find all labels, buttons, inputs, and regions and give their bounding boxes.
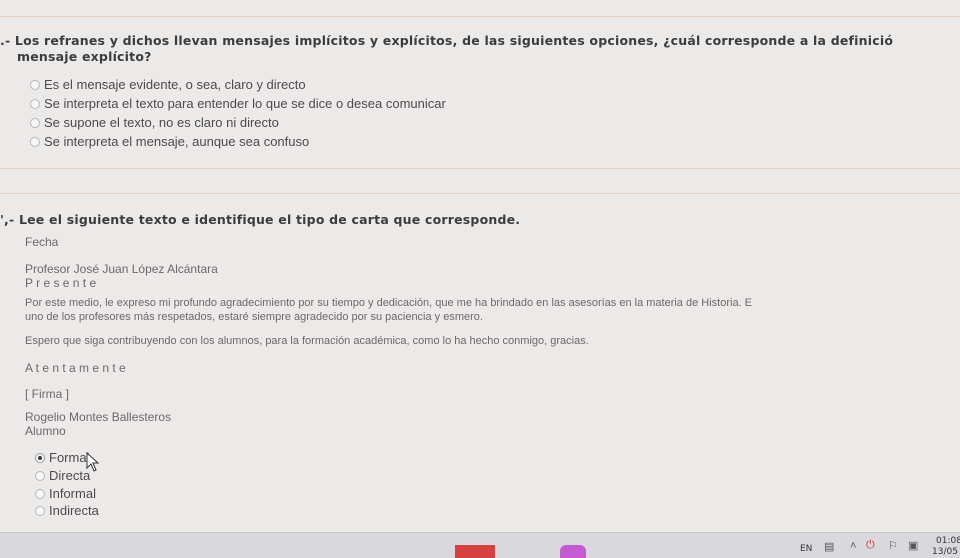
taskbar-app-highlight[interactable] [455, 545, 495, 558]
letter-recipient: Profesor José Juan López Alcántara [25, 262, 218, 276]
question-1-number: .- [0, 33, 11, 48]
letter-sender-name: Rogelio Montes Ballesteros [25, 410, 172, 424]
keyboard-icon[interactable]: ▤ [824, 540, 834, 553]
letter-signature: [ Firma ] [25, 387, 69, 401]
letter-date: Fecha [25, 235, 59, 249]
network-icon[interactable]: ▣ [908, 539, 918, 552]
letter-presente: P r e s e n t e [25, 276, 97, 290]
radio-button[interactable] [30, 98, 40, 109]
q1-option-3[interactable]: Se supone el texto, no es claro ni direc… [30, 115, 279, 130]
option-label: Es el mensaje evidente, o sea, claro y d… [44, 77, 306, 92]
clock-date[interactable]: 13/05 [932, 547, 958, 557]
letter-body-1-line-1: Por este medio, le expreso mi profundo a… [25, 297, 753, 309]
radio-button[interactable] [30, 117, 40, 128]
question-1-text: Los refranes y dichos llevan mensajes im… [14, 33, 894, 48]
option-label: Se interpreta el mensaje, aunque sea con… [44, 134, 310, 149]
question-2-text: Lee el siguiente texto e identifique el … [18, 212, 521, 227]
q1-option-1[interactable]: Es el mensaje evidente, o sea, claro y d… [30, 77, 306, 92]
letter-closing: A t e n t a m e n t e [25, 361, 126, 375]
chevron-up-icon[interactable]: ˄ [850, 540, 856, 552]
question-2-title: ',- Lee el siguiente texto e identifique… [0, 212, 520, 227]
q2-option-informal[interactable]: Informal [35, 486, 96, 501]
q1-option-2[interactable]: Se interpreta el texto para entender lo … [30, 96, 446, 111]
radio-button[interactable] [30, 136, 40, 147]
q1-option-4[interactable]: Se interpreta el mensaje, aunque sea con… [30, 134, 309, 149]
radio-button-selected[interactable] [35, 452, 45, 463]
radio-button[interactable] [35, 488, 45, 499]
cursor-icon [86, 452, 100, 472]
radio-button[interactable] [35, 505, 45, 516]
power-icon[interactable]: ⏻ [866, 539, 875, 552]
option-label: Directa [49, 468, 91, 483]
letter-sender-role: Alumno [25, 424, 66, 438]
option-label: Formal [49, 450, 90, 465]
question-1-title-line1: .- Los refranes y dichos llevan mensajes… [0, 33, 893, 48]
option-label: Se interpreta el texto para entender lo … [44, 96, 446, 111]
question-2-number: ',- [0, 212, 15, 227]
letter-body-1-line-2: uno de los profesores más respetados, es… [25, 311, 483, 323]
q2-option-directa[interactable]: Directa [35, 468, 90, 483]
top-divider [0, 16, 960, 17]
q2-option-indirecta[interactable]: Indirecta [35, 503, 99, 518]
taskbar-app-icon[interactable] [560, 545, 586, 558]
q2-option-formal[interactable]: Formal [35, 450, 89, 465]
option-label: Indirecta [49, 503, 99, 518]
language-indicator[interactable]: EN [800, 544, 812, 554]
letter-body-2: Espero que siga contribuyendo con los al… [25, 335, 589, 347]
taskbar: EN ▤ ˄ ⏻ ⚐ ▣ 01:08 13/05 [0, 532, 960, 558]
section-divider [0, 193, 960, 194]
flag-icon[interactable]: ⚐ [888, 539, 898, 552]
question-1-title-line2: mensaje explícito? [17, 49, 152, 64]
radio-button[interactable] [35, 470, 45, 481]
radio-button[interactable] [30, 79, 40, 90]
clock-time[interactable]: 01:08 [936, 536, 960, 546]
option-label: Se supone el texto, no es claro ni direc… [44, 115, 279, 130]
section-divider [0, 168, 960, 169]
option-label: Informal [49, 486, 96, 501]
